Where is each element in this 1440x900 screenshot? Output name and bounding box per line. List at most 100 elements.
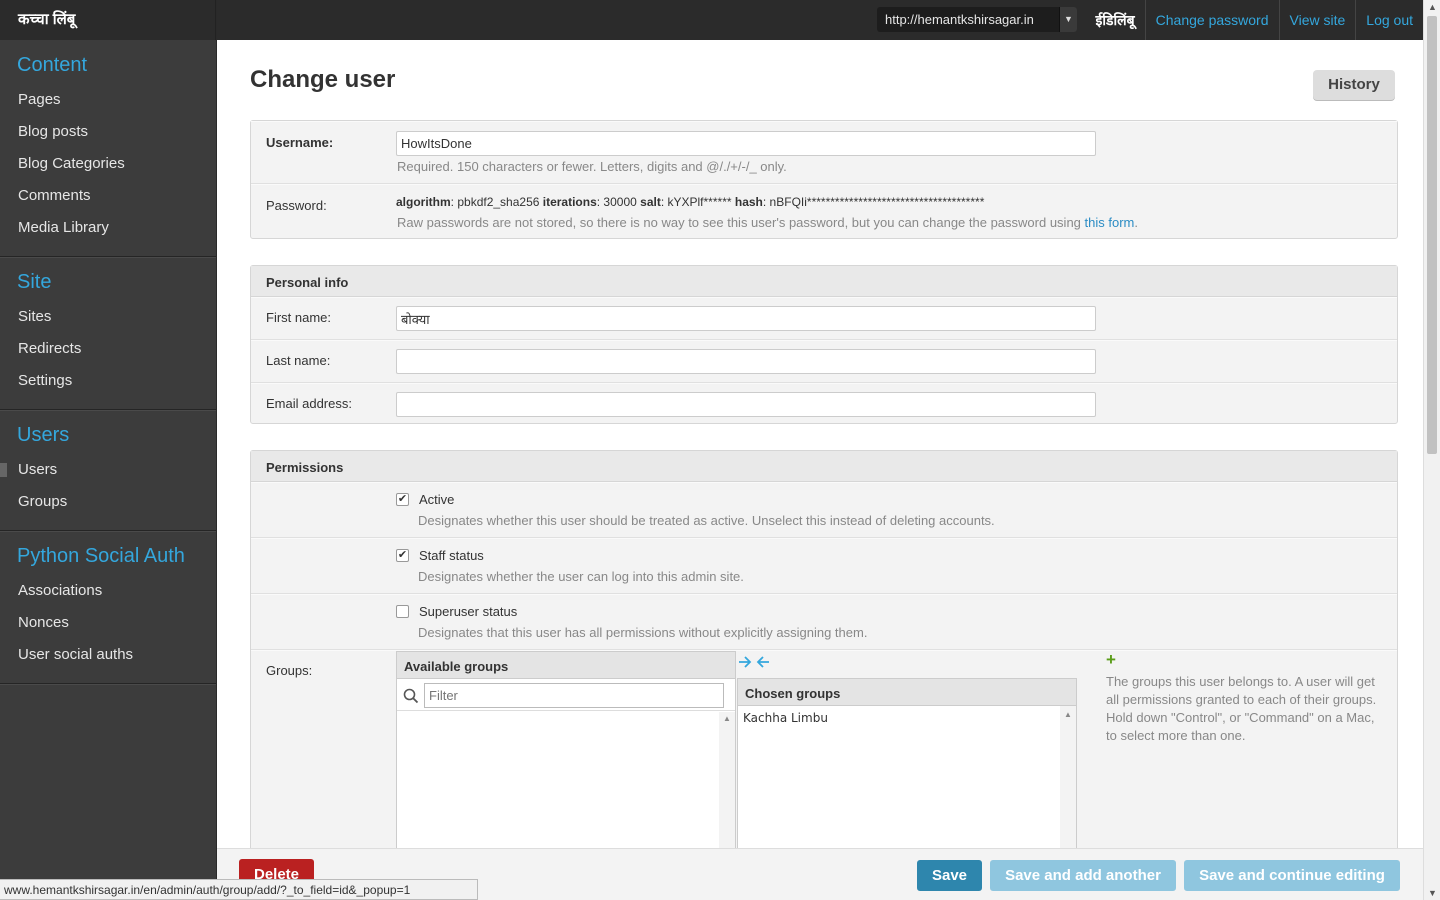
sidebar-item-media-library[interactable]: Media Library <box>0 212 216 244</box>
chosen-scrollbar[interactable]: ▲ <box>1060 706 1076 852</box>
nav-section-title[interactable]: Content <box>0 54 216 77</box>
active-checkbox[interactable]: ✔ <box>396 493 409 506</box>
password-label: Password: <box>266 198 327 213</box>
sidebar-item-associations[interactable]: Associations <box>0 575 216 607</box>
sidebar-item-sites[interactable]: Sites <box>0 301 216 333</box>
nav-section-title[interactable]: Site <box>0 271 216 294</box>
fieldset-heading: Permissions <box>251 451 1397 482</box>
group-filter-input[interactable] <box>424 683 724 708</box>
nav-section-users: Users Users Groups <box>0 410 216 531</box>
superuser-label: Superuser status <box>419 604 518 619</box>
top-bar: http://hemantkshirsagar.in ▼ ईडिलिंबू Ch… <box>217 0 1423 40</box>
sidebar-item-redirects[interactable]: Redirects <box>0 333 216 365</box>
page-scrollbar[interactable]: ▲ ▼ <box>1423 0 1440 900</box>
chosen-group-item[interactable]: Kachha Limbu <box>738 706 1076 730</box>
staff-checkbox[interactable]: ✔ <box>396 549 409 562</box>
save-continue-button[interactable]: Save and continue editing <box>1184 860 1400 891</box>
username-help: Required. 150 characters or fewer. Lette… <box>397 159 787 174</box>
staff-row: ✔ Staff status Designates whether the us… <box>251 538 1397 594</box>
username-input[interactable] <box>396 131 1096 156</box>
sidebar-item-blog-categories[interactable]: Blog Categories <box>0 148 216 180</box>
chosen-groups-box: Chosen groups Kachha Limbu ▲ <box>737 678 1077 852</box>
scroll-thumb[interactable] <box>1427 16 1437 454</box>
sidebar-item-comments[interactable]: Comments <box>0 180 216 212</box>
sidebar-item-groups[interactable]: Groups <box>0 486 216 518</box>
superuser-help: Designates that this user has all permis… <box>418 625 868 640</box>
username-label: Username: <box>266 135 334 150</box>
chosen-groups-heading: Chosen groups <box>738 679 1076 706</box>
staff-label: Staff status <box>419 548 484 563</box>
scroll-down-icon[interactable]: ▼ <box>1428 888 1437 898</box>
scroll-up-icon[interactable]: ▲ <box>1428 2 1437 12</box>
sidebar-item-settings[interactable]: Settings <box>0 365 216 397</box>
available-groups-heading: Available groups <box>397 652 735 679</box>
active-help: Designates whether this user should be t… <box>418 513 995 528</box>
sidebar: कच्चा लिंबू Content Pages Blog posts Blo… <box>0 0 217 900</box>
password-help: Raw passwords are not stored, so there i… <box>397 215 1138 230</box>
user-tools: ईडिलिंबू Change password View site Log o… <box>1086 0 1423 40</box>
active-row: ✔ Active Designates whether this user sh… <box>251 482 1397 538</box>
last-name-input[interactable] <box>396 349 1096 374</box>
move-arrows-icon[interactable] <box>738 655 770 669</box>
username-row: Username: Required. 150 characters or fe… <box>251 121 1397 184</box>
nav-section-title[interactable]: Python Social Auth <box>0 545 216 568</box>
personal-info-fieldset: Personal info First name: Last name: Ema… <box>250 265 1398 424</box>
main-content: Change user History Username: Required. … <box>217 40 1423 900</box>
history-button[interactable]: History <box>1313 70 1395 100</box>
password-summary: algorithm: pbkdf2_sha256 iterations: 300… <box>396 195 984 209</box>
active-label: Active <box>419 492 455 507</box>
nav-section-content: Content Pages Blog posts Blog Categories… <box>0 40 216 257</box>
pw-hash-key: hash <box>734 195 763 209</box>
nav-section-title[interactable]: Users <box>0 424 216 447</box>
pw-algorithm-val: : pbkdf2_sha256 <box>450 195 543 209</box>
last-name-label: Last name: <box>266 353 331 368</box>
change-password-link[interactable]: Change password <box>1144 0 1279 40</box>
first-name-input[interactable] <box>396 306 1096 331</box>
sidebar-item-pages[interactable]: Pages <box>0 84 216 116</box>
superuser-row: Superuser status Designates that this us… <box>251 594 1397 650</box>
site-select[interactable]: http://hemantkshirsagar.in ▼ <box>877 7 1077 32</box>
staff-help: Designates whether the user can log into… <box>418 569 744 584</box>
change-password-form-link[interactable]: this form <box>1085 215 1135 230</box>
first-name-label: First name: <box>266 310 332 325</box>
current-username: ईडिलिंबू <box>1095 12 1135 28</box>
nav-section-site: Site Sites Redirects Settings <box>0 257 216 410</box>
first-name-row: First name: <box>251 297 1397 340</box>
available-groups-box: Available groups ▲ <box>396 651 736 852</box>
password-help-text: Raw passwords are not stored, so there i… <box>397 215 1085 230</box>
site-select-value: http://hemantkshirsagar.in <box>885 12 1034 27</box>
search-icon <box>403 688 419 704</box>
account-fieldset: Username: Required. 150 characters or fe… <box>250 120 1398 239</box>
email-input[interactable] <box>396 392 1096 417</box>
permissions-fieldset: Permissions ✔ Active Designates whether … <box>250 450 1398 900</box>
nav-section-social-auth: Python Social Auth Associations Nonces U… <box>0 531 216 684</box>
groups-help: The groups this user belongs to. A user … <box>1106 674 1377 743</box>
add-group-icon[interactable]: + <box>1106 650 1116 670</box>
log-out-link[interactable]: Log out <box>1355 0 1423 40</box>
last-name-row: Last name: <box>251 340 1397 383</box>
save-add-another-button[interactable]: Save and add another <box>990 860 1176 891</box>
pw-hash-val: : nBFQIi********************************… <box>762 195 985 209</box>
pw-salt-key: salt <box>640 195 661 209</box>
pw-algorithm-key: algorithm <box>396 195 451 209</box>
save-button[interactable]: Save <box>917 860 982 891</box>
view-site-link[interactable]: View site <box>1278 0 1356 40</box>
groups-label: Groups: <box>266 663 313 678</box>
site-brand[interactable]: कच्चा लिंबू <box>0 0 216 40</box>
sidebar-item-nonces[interactable]: Nonces <box>0 607 216 639</box>
pw-iterations-key: iterations <box>542 195 597 209</box>
browser-status-bar: www.hemantkshirsagar.in/en/admin/auth/gr… <box>0 879 478 900</box>
superuser-checkbox[interactable] <box>396 605 409 618</box>
pw-salt-val: : kYXPlf****** <box>660 195 735 209</box>
filter-bar <box>397 679 735 711</box>
sidebar-item-users[interactable]: Users <box>0 454 216 486</box>
chevron-down-icon[interactable]: ▼ <box>1059 7 1077 32</box>
email-row: Email address: <box>251 383 1397 423</box>
sidebar-item-blog-posts[interactable]: Blog posts <box>0 116 216 148</box>
password-help-end: . <box>1134 215 1138 230</box>
fieldset-heading: Personal info <box>251 266 1397 297</box>
sidebar-item-user-social-auths[interactable]: User social auths <box>0 639 216 671</box>
page-title: Change user <box>250 66 396 93</box>
pw-iterations-val: : 30000 <box>596 195 641 209</box>
available-scrollbar[interactable]: ▲ <box>719 712 735 852</box>
